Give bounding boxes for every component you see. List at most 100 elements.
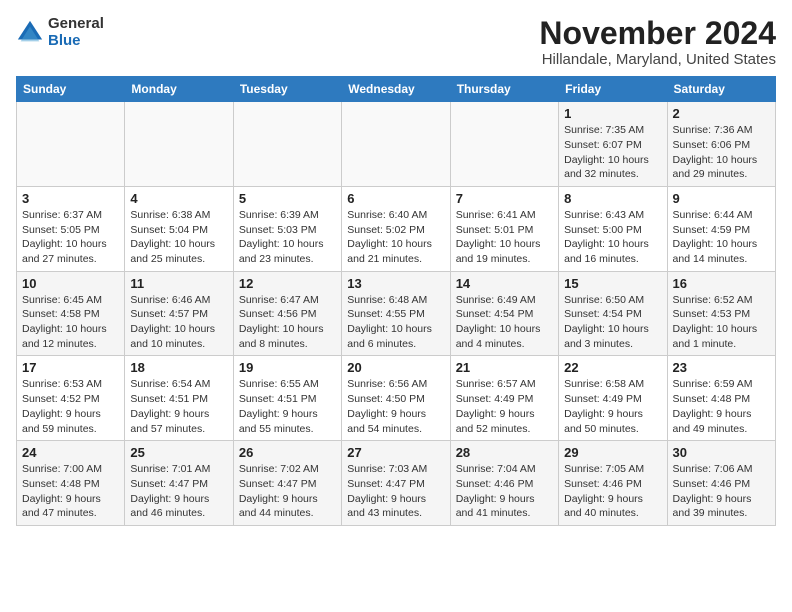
day-number: 18 [130, 360, 227, 375]
day-number: 25 [130, 445, 227, 460]
calendar-cell: 22 Sunrise: 6:58 AM Sunset: 4:49 PM Dayli… [559, 356, 667, 441]
day-info: Sunrise: 6:59 AM Sunset: 4:48 PM Dayligh… [673, 377, 770, 436]
calendar-cell: 23 Sunrise: 6:59 AM Sunset: 4:48 PM Dayli… [667, 356, 775, 441]
day-info: Sunrise: 6:41 AM Sunset: 5:01 PM Dayligh… [456, 208, 553, 267]
header-friday: Friday [559, 77, 667, 102]
calendar-cell: 5 Sunrise: 6:39 AM Sunset: 5:03 PM Daylig… [233, 186, 341, 271]
day-info: Sunrise: 7:03 AM Sunset: 4:47 PM Dayligh… [347, 462, 444, 521]
day-info: Sunrise: 6:43 AM Sunset: 5:00 PM Dayligh… [564, 208, 661, 267]
day-number: 17 [22, 360, 119, 375]
calendar-cell: 29Sunrise: 7:05 AM Sunset: 4:46 PM Dayli… [559, 441, 667, 526]
day-info: Sunrise: 7:36 AM Sunset: 6:06 PM Dayligh… [673, 123, 770, 182]
day-number: 4 [130, 191, 227, 206]
location-title: Hillandale, Maryland, United States [539, 51, 776, 68]
header-sunday: Sunday [17, 77, 125, 102]
header-saturday: Saturday [667, 77, 775, 102]
calendar-cell: 2Sunrise: 7:36 AM Sunset: 6:06 PM Daylig… [667, 102, 775, 187]
calendar-cell [342, 102, 450, 187]
day-number: 3 [22, 191, 119, 206]
calendar-week-row: 24 Sunrise: 7:00 AM Sunset: 4:48 PM Dayli… [17, 441, 776, 526]
calendar-week-row: 1 Sunrise: 7:35 AM Sunset: 6:07 PM Daylig… [17, 102, 776, 187]
day-number: 29 [564, 445, 661, 460]
calendar-header-row: SundayMondayTuesdayWednesdayThursdayFrid… [17, 77, 776, 102]
calendar-cell [450, 102, 558, 187]
day-info: Sunrise: 6:47 AM Sunset: 4:56 PM Dayligh… [239, 293, 336, 352]
calendar-cell: 6 Sunrise: 6:40 AM Sunset: 5:02 PM Daylig… [342, 186, 450, 271]
calendar-cell: 10 Sunrise: 6:45 AM Sunset: 4:58 PM Dayli… [17, 271, 125, 356]
calendar-cell: 21 Sunrise: 6:57 AM Sunset: 4:49 PM Dayli… [450, 356, 558, 441]
day-number: 26 [239, 445, 336, 460]
page-header: General Blue November 2024 Hillandale, M… [16, 16, 776, 68]
day-number: 5 [239, 191, 336, 206]
calendar-cell [233, 102, 341, 187]
calendar-cell: 13 Sunrise: 6:48 AM Sunset: 4:55 PM Dayli… [342, 271, 450, 356]
calendar-cell: 26 Sunrise: 7:02 AM Sunset: 4:47 PM Dayli… [233, 441, 341, 526]
calendar-cell: 14Sunrise: 6:49 AM Sunset: 4:54 PM Dayli… [450, 271, 558, 356]
calendar-week-row: 17 Sunrise: 6:53 AM Sunset: 4:52 PM Dayli… [17, 356, 776, 441]
day-number: 24 [22, 445, 119, 460]
header-thursday: Thursday [450, 77, 558, 102]
calendar-cell: 30 Sunrise: 7:06 AM Sunset: 4:46 PM Dayli… [667, 441, 775, 526]
day-info: Sunrise: 7:02 AM Sunset: 4:47 PM Dayligh… [239, 462, 336, 521]
calendar-cell: 11Sunrise: 6:46 AM Sunset: 4:57 PM Dayli… [125, 271, 233, 356]
calendar-week-row: 10 Sunrise: 6:45 AM Sunset: 4:58 PM Dayli… [17, 271, 776, 356]
day-info: Sunrise: 6:48 AM Sunset: 4:55 PM Dayligh… [347, 293, 444, 352]
calendar-week-row: 3 Sunrise: 6:37 AM Sunset: 5:05 PM Daylig… [17, 186, 776, 271]
calendar-cell: 28Sunrise: 7:04 AM Sunset: 4:46 PM Dayli… [450, 441, 558, 526]
logo: General Blue [16, 16, 104, 49]
day-number: 15 [564, 276, 661, 291]
day-number: 16 [673, 276, 770, 291]
day-number: 30 [673, 445, 770, 460]
month-title: November 2024 [539, 16, 776, 51]
calendar-cell: 15 Sunrise: 6:50 AM Sunset: 4:54 PM Dayli… [559, 271, 667, 356]
day-info: Sunrise: 6:56 AM Sunset: 4:50 PM Dayligh… [347, 377, 444, 436]
day-number: 13 [347, 276, 444, 291]
calendar-cell: 9Sunrise: 6:44 AM Sunset: 4:59 PM Daylig… [667, 186, 775, 271]
day-number: 8 [564, 191, 661, 206]
logo-general-text: General [48, 16, 104, 33]
day-info: Sunrise: 6:57 AM Sunset: 4:49 PM Dayligh… [456, 377, 553, 436]
day-info: Sunrise: 6:55 AM Sunset: 4:51 PM Dayligh… [239, 377, 336, 436]
calendar-table: SundayMondayTuesdayWednesdayThursdayFrid… [16, 76, 776, 526]
day-number: 23 [673, 360, 770, 375]
day-info: Sunrise: 6:37 AM Sunset: 5:05 PM Dayligh… [22, 208, 119, 267]
day-number: 6 [347, 191, 444, 206]
day-info: Sunrise: 7:06 AM Sunset: 4:46 PM Dayligh… [673, 462, 770, 521]
day-info: Sunrise: 6:50 AM Sunset: 4:54 PM Dayligh… [564, 293, 661, 352]
day-info: Sunrise: 6:53 AM Sunset: 4:52 PM Dayligh… [22, 377, 119, 436]
day-number: 11 [130, 276, 227, 291]
day-info: Sunrise: 7:01 AM Sunset: 4:47 PM Dayligh… [130, 462, 227, 521]
calendar-cell: 1 Sunrise: 7:35 AM Sunset: 6:07 PM Daylig… [559, 102, 667, 187]
day-number: 10 [22, 276, 119, 291]
calendar-cell [17, 102, 125, 187]
calendar-cell: 20Sunrise: 6:56 AM Sunset: 4:50 PM Dayli… [342, 356, 450, 441]
calendar-cell: 18 Sunrise: 6:54 AM Sunset: 4:51 PM Dayli… [125, 356, 233, 441]
day-info: Sunrise: 6:40 AM Sunset: 5:02 PM Dayligh… [347, 208, 444, 267]
day-number: 22 [564, 360, 661, 375]
day-info: Sunrise: 6:58 AM Sunset: 4:49 PM Dayligh… [564, 377, 661, 436]
day-number: 12 [239, 276, 336, 291]
day-info: Sunrise: 6:44 AM Sunset: 4:59 PM Dayligh… [673, 208, 770, 267]
calendar-cell: 25 Sunrise: 7:01 AM Sunset: 4:47 PM Dayli… [125, 441, 233, 526]
calendar-cell: 24 Sunrise: 7:00 AM Sunset: 4:48 PM Dayli… [17, 441, 125, 526]
day-info: Sunrise: 6:54 AM Sunset: 4:51 PM Dayligh… [130, 377, 227, 436]
calendar-cell [125, 102, 233, 187]
logo-blue-text: Blue [48, 33, 104, 50]
calendar-cell: 7Sunrise: 6:41 AM Sunset: 5:01 PM Daylig… [450, 186, 558, 271]
header-monday: Monday [125, 77, 233, 102]
day-info: Sunrise: 7:35 AM Sunset: 6:07 PM Dayligh… [564, 123, 661, 182]
header-wednesday: Wednesday [342, 77, 450, 102]
day-number: 14 [456, 276, 553, 291]
day-info: Sunrise: 7:04 AM Sunset: 4:46 PM Dayligh… [456, 462, 553, 521]
day-info: Sunrise: 6:39 AM Sunset: 5:03 PM Dayligh… [239, 208, 336, 267]
title-area: November 2024 Hillandale, Maryland, Unit… [539, 16, 776, 68]
day-number: 21 [456, 360, 553, 375]
calendar-cell: 17 Sunrise: 6:53 AM Sunset: 4:52 PM Dayli… [17, 356, 125, 441]
day-info: Sunrise: 6:45 AM Sunset: 4:58 PM Dayligh… [22, 293, 119, 352]
day-number: 1 [564, 106, 661, 121]
calendar-cell: 12 Sunrise: 6:47 AM Sunset: 4:56 PM Dayli… [233, 271, 341, 356]
calendar-cell: 3 Sunrise: 6:37 AM Sunset: 5:05 PM Daylig… [17, 186, 125, 271]
day-number: 19 [239, 360, 336, 375]
day-info: Sunrise: 6:52 AM Sunset: 4:53 PM Dayligh… [673, 293, 770, 352]
day-info: Sunrise: 7:00 AM Sunset: 4:48 PM Dayligh… [22, 462, 119, 521]
